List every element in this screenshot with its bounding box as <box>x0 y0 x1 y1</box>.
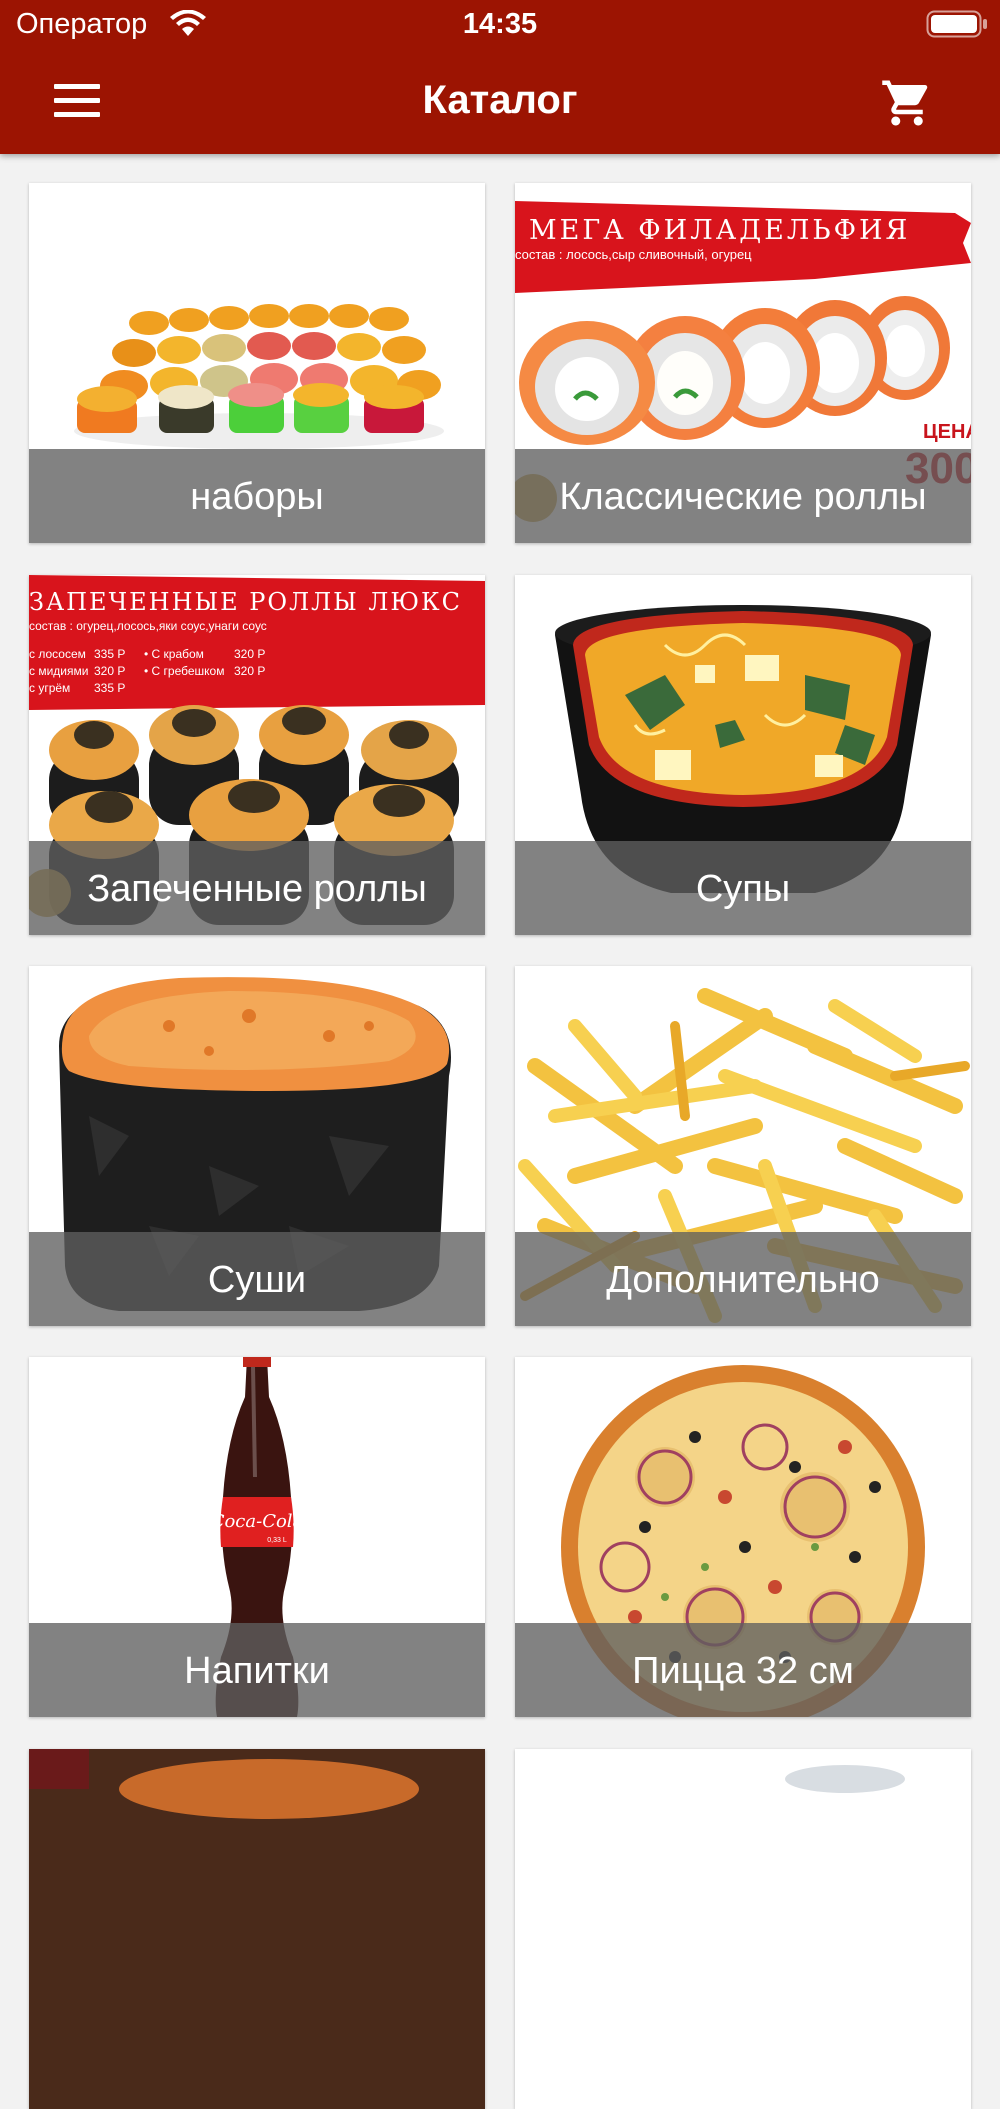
category-card-sets[interactable]: наборы <box>29 183 485 543</box>
svg-text:с лососем: с лососем <box>29 647 86 661</box>
promo-title-text: МЕГА ФИЛАДЕЛЬФИЯ <box>529 215 910 246</box>
svg-text:• С гребешком: • С гребешком <box>144 664 224 678</box>
category-label: Запеченные роллы <box>29 841 485 935</box>
svg-text:335 Р: 335 Р <box>94 681 125 695</box>
svg-text:320 Р: 320 Р <box>234 647 265 661</box>
app-header: Оператор 14:35 Каталог <box>0 0 1000 154</box>
category-label: Дополнительно <box>515 1232 971 1326</box>
category-label: Суши <box>29 1232 485 1326</box>
svg-text:• С крабом: • С крабом <box>144 647 204 661</box>
category-card-soups[interactable]: Супы <box>515 575 971 935</box>
bottle-brand-text: Coca-Cola <box>211 1511 304 1532</box>
category-image <box>29 1749 485 2109</box>
promo-composition-text: состав : огурец,лосось,яки соус,унаги со… <box>29 619 267 633</box>
status-time: 14:35 <box>462 8 538 40</box>
promo-composition-text: состав : лосось,сыр сливочный, огурец <box>515 247 752 262</box>
category-card-sushi[interactable]: Суши <box>29 966 485 1326</box>
category-card-drinks[interactable]: Coca-Cola 0,33 L Напитки <box>29 1357 485 1717</box>
svg-text:320 Р: 320 Р <box>94 664 125 678</box>
category-label: Классические роллы <box>515 449 971 543</box>
category-label: Супы <box>515 841 971 935</box>
battery-icon <box>926 10 987 38</box>
svg-text:335 Р: 335 Р <box>94 647 125 661</box>
category-card-classic-rolls[interactable]: МЕГА ФИЛАДЕЛЬФИЯ состав : лосось,сыр сли… <box>515 183 971 543</box>
catalog-grid: наборы МЕГА ФИЛАДЕЛЬФИЯ состав : лосось,… <box>0 0 1000 2109</box>
svg-text:с угрём: с угрём <box>29 681 70 695</box>
category-label: наборы <box>29 449 485 543</box>
promo-price-label-text: ЦЕНА <box>923 421 971 443</box>
category-card-extras[interactable]: Дополнительно <box>515 966 971 1326</box>
svg-text:320 Р: 320 Р <box>234 664 265 678</box>
category-label: Напитки <box>29 1623 485 1717</box>
svg-text:с мидиями: с мидиями <box>29 664 88 678</box>
category-image <box>515 1749 971 2109</box>
category-card-partial-right[interactable] <box>515 1749 971 2109</box>
category-label: Пицца 32 см <box>515 1623 971 1717</box>
category-card-partial-left[interactable] <box>29 1749 485 2109</box>
page-title: Каталог <box>422 78 578 122</box>
shopping-cart-icon[interactable] <box>880 76 934 130</box>
category-card-pizza[interactable]: Пицца 32 см <box>515 1357 971 1717</box>
bottle-volume-text: 0,33 L <box>267 1537 287 1544</box>
promo-title-text: ЗАПЕЧЕННЫЕ РОЛЛЫ ЛЮКС <box>29 588 462 616</box>
category-card-baked-rolls[interactable]: ЗАПЕЧЕННЫЕ РОЛЛЫ ЛЮКС состав : огурец,ло… <box>29 575 485 935</box>
